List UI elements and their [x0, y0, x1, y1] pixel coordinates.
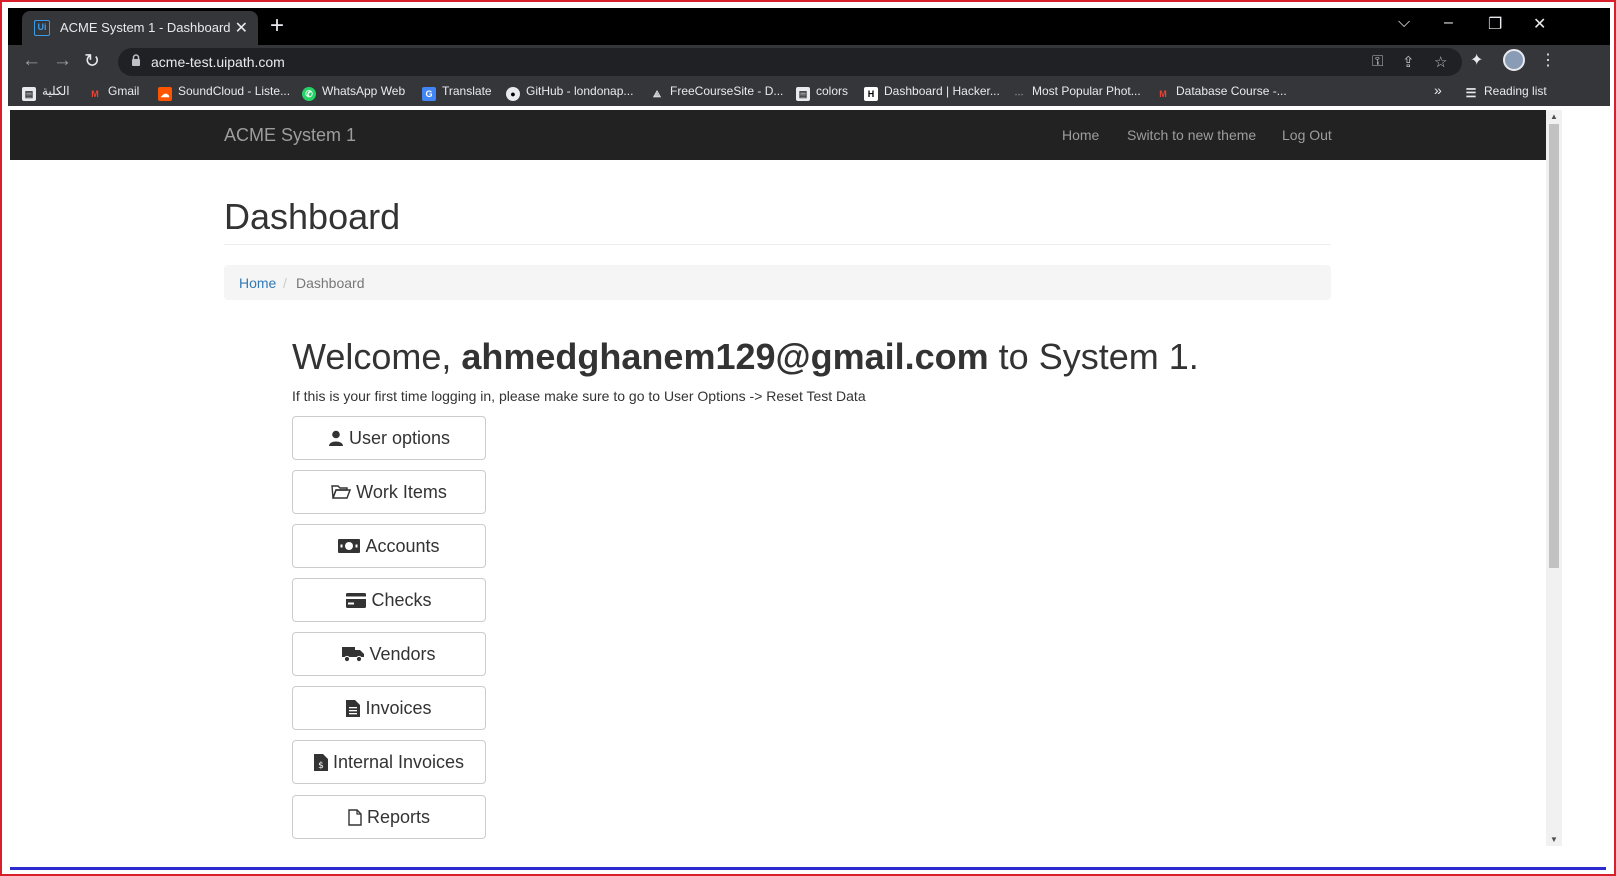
github-icon: ● — [506, 87, 520, 101]
bookmark-star-icon[interactable]: ☆ — [1434, 53, 1447, 71]
tab-close-icon[interactable]: ✕ — [235, 18, 248, 38]
address-bar[interactable]: acme-test.uipath.com ⚿ ⇪ ☆ — [118, 48, 1462, 76]
lock-icon — [132, 54, 140, 66]
browser-tabstrip: Ui ACME System 1 - Dashboard ✕ + ⌵ – ❐ ✕ — [8, 8, 1610, 45]
money-icon — [338, 539, 361, 553]
browser-tab[interactable]: Ui ACME System 1 - Dashboard ✕ — [22, 11, 258, 45]
bookmark-item[interactable]: ⋯ Most Popular Phot... — [1012, 84, 1141, 101]
bottom-border-line — [10, 867, 1606, 870]
url-text: acme-test.uipath.com — [151, 54, 285, 70]
bookmarks-bar: ▤ الكلية M Gmail ☁ SoundCloud - Liste... ✆ W… — [8, 78, 1610, 106]
internal-invoices-button[interactable]: $ Internal Invoices — [292, 740, 486, 784]
key-icon[interactable]: ⚿ — [1372, 53, 1383, 70]
nav-switch-theme-link[interactable]: Switch to new theme — [1127, 127, 1256, 143]
file-icon — [348, 808, 362, 826]
page-viewport: ACME System 1 Home Switch to new theme L… — [10, 110, 1546, 846]
welcome-heading: Welcome, ahmedghanem129@gmail.com to Sys… — [292, 336, 1199, 377]
tab-search-icon[interactable]: ⌵ — [1398, 14, 1410, 32]
invoices-button[interactable]: Invoices — [292, 686, 486, 730]
page-title: Dashboard — [224, 196, 401, 237]
bookmark-item[interactable]: ▤ الكلية — [22, 84, 70, 101]
reload-icon[interactable]: ↻ — [84, 50, 100, 73]
bookmark-item[interactable]: ✆ WhatsApp Web — [302, 84, 405, 101]
navbar-brand[interactable]: ACME System 1 — [224, 125, 356, 146]
gmail-icon: M — [91, 89, 99, 99]
restore-icon[interactable]: ❐ — [1488, 14, 1502, 34]
hackerrank-icon: H — [864, 87, 878, 101]
scroll-down-icon[interactable]: ▼ — [1550, 835, 1558, 844]
file-invoice-icon: $ — [313, 753, 328, 771]
freecourse-icon: ⟁ — [652, 89, 662, 99]
file-text-icon — [346, 699, 361, 717]
reading-list-icon: ☰ — [1465, 86, 1477, 100]
screenshot-frame: Ui ACME System 1 - Dashboard ✕ + ⌵ – ❐ ✕… — [0, 0, 1616, 876]
forward-icon[interactable]: → — [53, 50, 72, 72]
extensions-icon[interactable]: ✦ — [1470, 50, 1483, 70]
svg-text:$: $ — [318, 761, 324, 771]
bookmark-item[interactable]: H Dashboard | Hacker... — [864, 84, 1000, 101]
bookmark-item[interactable]: M Database Course -... — [1156, 84, 1286, 101]
nav-home-link[interactable]: Home — [1062, 127, 1099, 143]
bookmark-item[interactable]: M Gmail — [88, 84, 139, 101]
photo-icon: ⋯ — [1014, 89, 1024, 99]
scroll-thumb[interactable] — [1549, 124, 1559, 568]
breadcrumb-separator: / — [283, 275, 287, 291]
checks-button[interactable]: Checks — [292, 578, 486, 622]
folder-open-icon — [331, 485, 352, 499]
doc-icon: ▤ — [22, 87, 36, 101]
bookmark-item[interactable]: G Translate — [422, 84, 492, 101]
minimize-icon[interactable]: – — [1444, 14, 1453, 32]
work-items-button[interactable]: Work Items — [292, 470, 486, 514]
breadcrumb: Home / Dashboard — [224, 265, 1331, 300]
soundcloud-icon: ☁ — [158, 87, 172, 101]
bookmark-item[interactable]: ● GitHub - londonap... — [506, 84, 633, 101]
share-icon[interactable]: ⇪ — [1402, 53, 1415, 71]
accounts-button[interactable]: Accounts — [292, 524, 486, 568]
tab-title: ACME System 1 - Dashboard — [60, 20, 231, 35]
breadcrumb-home-link[interactable]: Home — [239, 275, 276, 291]
browser-toolbar: ← → ↻ acme-test.uipath.com ⚿ ⇪ ☆ ✦ ⋮ — [8, 45, 1610, 78]
page-scrollbar[interactable]: ▲ ▼ — [1546, 110, 1562, 846]
title-divider — [224, 244, 1331, 245]
whatsapp-icon: ✆ — [302, 87, 316, 101]
doc-icon: ▤ — [796, 87, 810, 101]
truck-icon — [342, 647, 365, 662]
bookmark-item[interactable]: ▤ colors — [796, 84, 848, 101]
gmail-icon: M — [1159, 89, 1167, 99]
reports-button[interactable]: Reports — [292, 795, 486, 839]
credit-card-icon — [346, 592, 367, 608]
back-icon[interactable]: ← — [22, 50, 41, 72]
breadcrumb-current: Dashboard — [296, 275, 365, 291]
user-icon — [328, 430, 343, 446]
site-navbar: ACME System 1 Home Switch to new theme L… — [10, 110, 1546, 160]
window-close-icon[interactable]: ✕ — [1533, 14, 1546, 34]
first-login-hint: If this is your first time logging in, p… — [292, 388, 866, 404]
user-email: ahmedghanem129@gmail.com — [461, 336, 989, 377]
reading-list[interactable]: ☰ Reading list — [1464, 84, 1547, 100]
vendors-button[interactable]: Vendors — [292, 632, 486, 676]
profile-avatar[interactable] — [1503, 49, 1525, 71]
new-tab-icon[interactable]: + — [270, 12, 284, 40]
user-options-button[interactable]: User options — [292, 416, 486, 460]
uipath-favicon-icon: Ui — [34, 20, 50, 36]
bookmark-item[interactable]: ⟁ FreeCourseSite - D... — [650, 84, 783, 101]
nav-logout-link[interactable]: Log Out — [1282, 127, 1332, 143]
menu-kebab-icon[interactable]: ⋮ — [1540, 50, 1556, 70]
scroll-up-icon[interactable]: ▲ — [1550, 112, 1558, 121]
translate-icon: G — [422, 87, 436, 101]
bookmark-item[interactable]: ☁ SoundCloud - Liste... — [158, 84, 290, 101]
more-bookmarks-icon[interactable]: » — [1434, 82, 1442, 98]
